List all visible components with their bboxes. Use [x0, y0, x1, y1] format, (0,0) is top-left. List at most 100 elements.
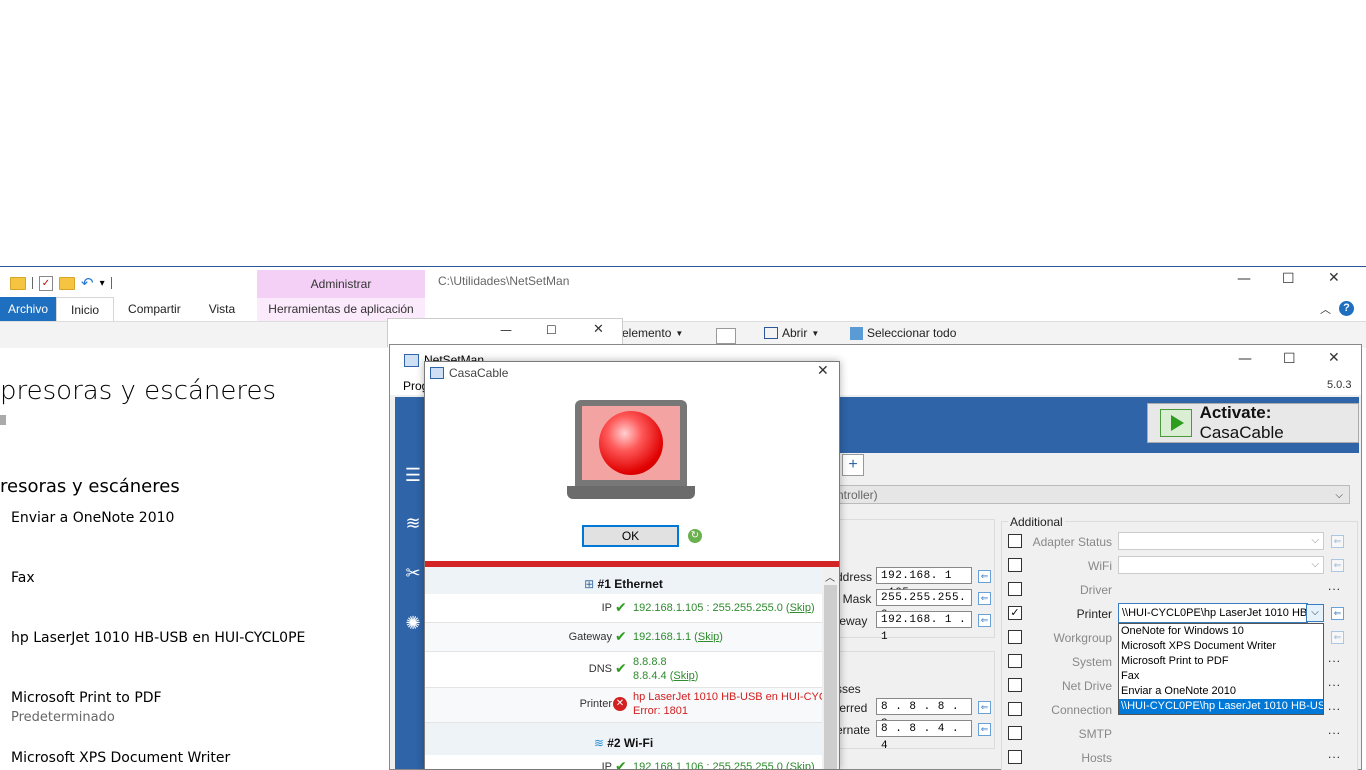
contextual-group-administrar: Administrar [257, 270, 425, 298]
smtp-checkbox[interactable] [1008, 726, 1022, 740]
tab-compartir[interactable]: Compartir [114, 297, 195, 321]
copy-arrow-icon[interactable]: ⇐ [978, 701, 991, 714]
copy-arrow-icon[interactable]: ⇐ [1331, 607, 1344, 620]
maximize-button[interactable]: ☐ [546, 323, 557, 337]
scroll-up-icon[interactable]: ︿ [825, 569, 835, 584]
skip-link[interactable]: Skip [790, 761, 811, 769]
connection-more-button[interactable]: ... [1328, 699, 1341, 713]
wifi-checkbox[interactable] [1008, 558, 1022, 572]
printer-option[interactable]: OneNote for Windows 10 [1119, 624, 1323, 639]
profiles-icon[interactable]: ☰ [403, 465, 423, 485]
section-ethernet-title: #1 Ethernet [597, 577, 663, 591]
system-checkbox[interactable] [1008, 654, 1022, 668]
printer-item-pdf[interactable]: Microsoft Print to PDF [11, 690, 162, 706]
minimize-button[interactable]: — [1238, 351, 1252, 367]
gateway-field[interactable]: 192.168. 1 . 1 [876, 611, 972, 643]
skip-link[interactable]: Skip [790, 602, 811, 614]
printer-option[interactable]: Microsoft XPS Document Writer [1119, 639, 1323, 654]
printer-item-onenote[interactable]: Enviar a OneNote 2010 [11, 510, 174, 526]
maximize-button[interactable]: ☐ [1283, 351, 1296, 367]
select-all-button[interactable]: Seleccionar todo [850, 326, 956, 340]
minimize-button[interactable]: — [500, 323, 512, 337]
printer-checkbox[interactable]: ✓ [1008, 606, 1022, 620]
section-wifi-title: #2 Wi-Fi [607, 736, 654, 750]
copy-arrow-icon[interactable]: ⇐ [1331, 631, 1344, 644]
chevron-down-icon: ▼ [675, 328, 684, 338]
copy-arrow-icon[interactable]: ⇐ [978, 614, 991, 627]
folder-icon[interactable] [10, 276, 26, 290]
version-label: 5.0.3 [1327, 379, 1352, 391]
ok-button[interactable]: OK [582, 525, 679, 547]
adapter-select[interactable]: ntroller) ⌵ [830, 485, 1350, 504]
skip-link[interactable]: Skip [698, 631, 719, 643]
dns-group: sses ferred 8 . 8 . 8 . 8 ⇐ ernate 8 . 8… [831, 651, 995, 752]
refresh-icon[interactable]: ↻ [688, 529, 702, 543]
driver-more-button[interactable]: ... [1328, 579, 1341, 593]
printer-option[interactable]: Microsoft Print to PDF [1119, 654, 1323, 669]
toolbar-separator [32, 277, 33, 289]
new-item-icon[interactable] [716, 328, 736, 344]
activate-button[interactable]: Activate: CasaCable [1147, 403, 1359, 443]
collapse-ribbon-icon[interactable]: ︿ [1320, 301, 1331, 317]
status-red-icon [599, 411, 663, 475]
tab-archivo[interactable]: Archivo [0, 297, 57, 321]
printer-option[interactable]: Enviar a OneNote 2010 [1119, 684, 1323, 699]
wifi-select[interactable]: ⌵ [1118, 556, 1324, 574]
printer-option[interactable]: Fax [1119, 669, 1323, 684]
skip-link[interactable]: Skip [673, 670, 694, 682]
workgroup-checkbox[interactable] [1008, 630, 1022, 644]
printer-select[interactable]: \\HUI-CYCL0PE\hp LaserJet 1010 HB-U [1118, 603, 1308, 623]
subnet-mask-field[interactable]: 255.255.255. 0 [876, 589, 972, 621]
tab-vista[interactable]: Vista [195, 297, 249, 321]
hosts-checkbox[interactable] [1008, 750, 1022, 764]
hosts-more-button[interactable]: ... [1328, 747, 1341, 761]
tools-icon[interactable]: ✂ [403, 563, 423, 583]
scrollbar-thumb[interactable] [824, 585, 837, 769]
copy-arrow-icon[interactable]: ⇐ [978, 570, 991, 583]
close-button[interactable]: ✕ [817, 363, 829, 379]
net-drive-label: Net Drive [1061, 679, 1112, 693]
open-label: Abrir [782, 326, 808, 340]
adapter-status-checkbox[interactable] [1008, 534, 1022, 548]
copy-arrow-icon[interactable]: ⇐ [978, 592, 991, 605]
open-button[interactable]: Abrir ▼ [764, 326, 819, 340]
printer-item-fax[interactable]: Fax [11, 570, 35, 586]
copy-arrow-icon[interactable]: ⇐ [1331, 559, 1344, 572]
ideas-icon[interactable]: ✺ [403, 613, 423, 633]
customize-qat-icon[interactable]: ▾ [100, 278, 105, 289]
preferred-dns-field[interactable]: 8 . 8 . 8 . 8 [876, 698, 972, 730]
help-icon[interactable]: ? [1339, 301, 1354, 316]
additional-group: Additional Adapter Status ⌵ ⇐ WiFi ⌵ ⇐ D… [1001, 515, 1358, 770]
status-row-dns: DNS ✔ 8.8.8.8 8.8.4.4 (Skip) [425, 652, 822, 688]
printer-option-selected[interactable]: \\HUI-CYCL0PE\hp LaserJet 1010 HB-USB [1119, 699, 1323, 714]
select-element-button[interactable]: elemento ▼ [622, 326, 683, 340]
copy-arrow-icon[interactable]: ⇐ [1331, 535, 1344, 548]
copy-arrow-icon[interactable]: ⇐ [978, 723, 991, 736]
close-button[interactable]: ✕ [593, 322, 604, 337]
tab-inicio[interactable]: Inicio [56, 297, 115, 321]
adapter-status-select[interactable]: ⌵ [1118, 532, 1324, 550]
chevron-down-icon[interactable]: ⌵ [1306, 604, 1324, 622]
close-button[interactable]: ✕ [1328, 270, 1340, 286]
connection-checkbox[interactable] [1008, 702, 1022, 716]
smtp-more-button[interactable]: ... [1328, 723, 1341, 737]
add-profile-button[interactable]: + [842, 454, 864, 476]
alternate-dns-field[interactable]: 8 . 8 . 4 . 4 [876, 720, 972, 752]
page-title: presoras y escáneres [0, 376, 277, 406]
system-more-button[interactable]: ... [1328, 651, 1341, 665]
close-button[interactable]: ✕ [1328, 350, 1340, 366]
undo-icon[interactable]: ↶ [81, 276, 94, 291]
ip-address-field[interactable]: 192.168. 1 .105 [876, 567, 972, 599]
wifi-icon[interactable]: ≋ [403, 513, 423, 533]
net-drive-more-button[interactable]: ... [1328, 675, 1341, 689]
driver-checkbox[interactable] [1008, 582, 1022, 596]
dialog-scrollbar[interactable]: ︿ [822, 567, 839, 769]
maximize-button[interactable]: ☐ [1282, 271, 1295, 287]
new-folder-icon[interactable] [59, 276, 75, 290]
net-drive-checkbox[interactable] [1008, 678, 1022, 692]
properties-icon[interactable]: ✓ [39, 275, 53, 291]
printer-item-hp-laserjet[interactable]: hp LaserJet 1010 HB-USB en HUI-CYCL0PE [11, 630, 305, 646]
minimize-button[interactable]: — [1237, 271, 1251, 287]
status-row-printer: Printer ✕ hp LaserJet 1010 HB-USB en HUI… [425, 688, 827, 723]
printer-item-xps[interactable]: Microsoft XPS Document Writer [11, 750, 230, 766]
